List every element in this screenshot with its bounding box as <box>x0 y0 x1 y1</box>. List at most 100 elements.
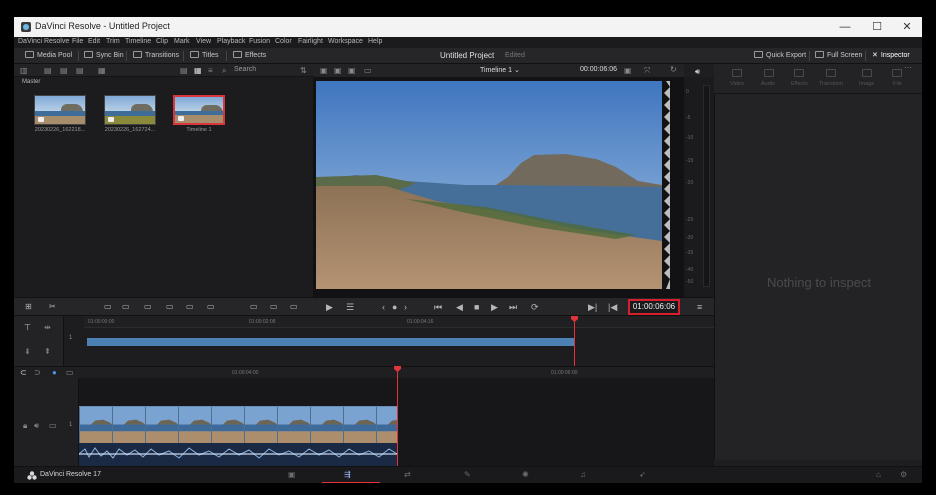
menu-davinci-resolve[interactable]: DaVinci Resolve <box>18 38 69 45</box>
tab-effects[interactable]: Effects <box>791 81 808 87</box>
zoom-icon[interactable]: ▣ <box>348 66 356 75</box>
video-toggle-icon[interactable]: ▭ <box>49 421 57 430</box>
edit-close-up-icon[interactable]: ▭ <box>166 302 174 311</box>
clip-thumbnail[interactable] <box>104 95 156 125</box>
go-to-end-icon[interactable]: ⏭︎ <box>509 302 517 313</box>
menu-clip[interactable]: Clip <box>156 38 168 45</box>
flag-icon[interactable]: ▭ <box>66 368 74 377</box>
panel-toggle-icon[interactable]: ▥ <box>20 66 28 75</box>
menu-fusion[interactable]: Fusion <box>249 38 270 45</box>
tab-file[interactable]: File <box>893 81 902 87</box>
menu-trim[interactable]: Trim <box>106 38 120 45</box>
menu-workspace[interactable]: Workspace <box>328 38 363 45</box>
reverse-play-icon[interactable]: ◀︎ <box>456 302 463 313</box>
settings-sliders-icon[interactable]: ☰ <box>346 302 354 313</box>
transform-icon[interactable]: ⤧ <box>644 66 650 76</box>
list-view-icon[interactable]: ▤ <box>180 66 188 75</box>
color-page-icon[interactable]: ✺ <box>522 470 529 479</box>
menu-mark[interactable]: Mark <box>174 38 190 45</box>
inspector-button[interactable]: ✕ Inspector <box>872 51 910 59</box>
menu-fairlight[interactable]: Fairlight <box>298 38 323 45</box>
play-around-icon[interactable]: ▶︎ <box>326 302 333 313</box>
tab-video[interactable]: Video <box>730 81 744 87</box>
upper-timeline-ruler[interactable]: 01:00:00:00 01:00:02:08 01:00:04:16 <box>84 316 714 328</box>
camera-icon[interactable]: ▣ <box>624 66 632 75</box>
timecode-display[interactable]: 01:00:06:06 <box>628 299 680 315</box>
viewer-frame[interactable] <box>316 81 662 289</box>
tab-audio[interactable]: Audio <box>761 81 775 87</box>
timeline-thumbnail[interactable] <box>173 95 225 125</box>
audio-waveform[interactable] <box>79 443 397 466</box>
media-pool-button[interactable]: Media Pool <box>25 51 72 59</box>
edit-append-icon[interactable]: ▭ <box>122 302 130 311</box>
upper-timeline-clip[interactable] <box>87 338 574 346</box>
menu-edit[interactable]: Edit <box>88 38 100 45</box>
audio-toggle-icon[interactable]: 🔊︎ <box>34 421 39 431</box>
media-page-icon[interactable]: ▣ <box>288 470 296 479</box>
timeline-selector[interactable]: Timeline 1 ⌄ <box>480 66 520 74</box>
minimize-button[interactable]: — <box>832 19 858 35</box>
sort-icon[interactable]: ⇅ <box>300 66 307 75</box>
edit-page-icon[interactable]: ⇄ <box>404 470 411 479</box>
position-lock-icon[interactable]: ● <box>52 368 57 377</box>
smart-insert-icon[interactable]: ⊞ <box>25 302 32 311</box>
menu-timeline[interactable]: Timeline <box>125 38 151 45</box>
jog-right-icon[interactable]: › <box>404 302 407 312</box>
edit-place-on-top-icon[interactable]: ▭ <box>186 302 194 311</box>
more-options-icon[interactable]: ··· <box>904 63 912 72</box>
lock-icon[interactable]: 🔒︎ <box>23 421 27 431</box>
fairlight-page-icon[interactable]: ♫ <box>580 470 586 479</box>
file-tab-icon[interactable] <box>892 69 902 77</box>
track-height-icon[interactable]: ⇟ <box>24 347 31 356</box>
edit-source-overwrite-icon[interactable]: ▭ <box>207 302 215 311</box>
jog-left-icon[interactable]: ‹ <box>382 302 385 312</box>
audio-tab-icon[interactable] <box>764 69 774 77</box>
lower-timeline-ruler[interactable]: ⊂ ⊃ ● ▭ 01:00:04:00 01:00:06:00 <box>14 366 714 378</box>
image-tab-icon[interactable] <box>862 69 872 77</box>
safe-area-icon[interactable]: ▣ <box>334 66 342 75</box>
lower-playhead[interactable] <box>397 366 398 466</box>
track-selection-icon[interactable]: ⊤ <box>24 323 31 332</box>
jog-dot-icon[interactable]: ● <box>392 302 397 312</box>
tab-transition[interactable]: Transition <box>819 81 843 87</box>
close-button[interactable]: ✕ <box>894 19 920 35</box>
menu-view[interactable]: View <box>196 38 211 45</box>
audio-trim-icon[interactable]: ▭ <box>250 302 258 311</box>
loop-playback-icon[interactable]: ⟳ <box>531 302 539 313</box>
edit-insert-icon[interactable]: ▭ <box>104 302 112 311</box>
bin-label[interactable]: Master <box>22 79 40 85</box>
menu-color[interactable]: Color <box>275 38 292 45</box>
zoom-full-icon[interactable]: ⇹ <box>44 323 51 332</box>
full-screen-button[interactable]: Full Screen <box>815 51 862 59</box>
effects-button[interactable]: Effects <box>233 51 266 59</box>
smart-bin-icon[interactable]: ▤ <box>76 66 84 75</box>
speaker-icon[interactable]: 🔊︎ <box>695 67 700 77</box>
loop-icon[interactable]: ↻ <box>670 65 677 74</box>
play-icon[interactable]: ▶︎ <box>491 302 498 313</box>
go-to-start-icon[interactable]: ⏮︎ <box>434 302 442 313</box>
tab-image[interactable]: Image <box>859 81 874 87</box>
deliver-page-icon[interactable]: ➶ <box>639 470 646 479</box>
menu-playback[interactable]: Playback <box>217 38 245 45</box>
effects-tab-icon[interactable] <box>794 69 804 77</box>
maximize-button[interactable]: ☐ <box>864 19 890 35</box>
search-label[interactable]: Search <box>234 66 256 73</box>
quick-export-button[interactable]: Quick Export <box>754 51 806 59</box>
blade-icon[interactable]: ✂ <box>49 302 56 311</box>
previous-edit-icon[interactable]: |◀︎ <box>608 302 617 313</box>
stop-icon[interactable]: ■ <box>474 302 479 312</box>
video-tab-icon[interactable] <box>732 69 742 77</box>
menu-help[interactable]: Help <box>368 38 382 45</box>
thumbnail-view-icon[interactable]: ▦ <box>194 66 202 75</box>
edit-ripple-icon[interactable]: ▭ <box>144 302 152 311</box>
fusion-page-icon[interactable]: ✎ <box>464 470 471 479</box>
track-settings-icon[interactable]: ⇞ <box>44 347 51 356</box>
video-clip[interactable] <box>79 406 397 443</box>
sync-bin-button[interactable]: Sync Bin <box>84 51 124 59</box>
linked-selection-icon[interactable]: ⊃ <box>34 368 41 377</box>
upper-playhead[interactable] <box>574 316 575 366</box>
viewer-layout-icon[interactable]: ▭ <box>364 66 372 75</box>
search-icon[interactable]: ⌕ <box>222 66 226 76</box>
detail-view-icon[interactable]: ≡ <box>208 66 213 75</box>
trim-icon[interactable]: ▭ <box>290 302 298 311</box>
